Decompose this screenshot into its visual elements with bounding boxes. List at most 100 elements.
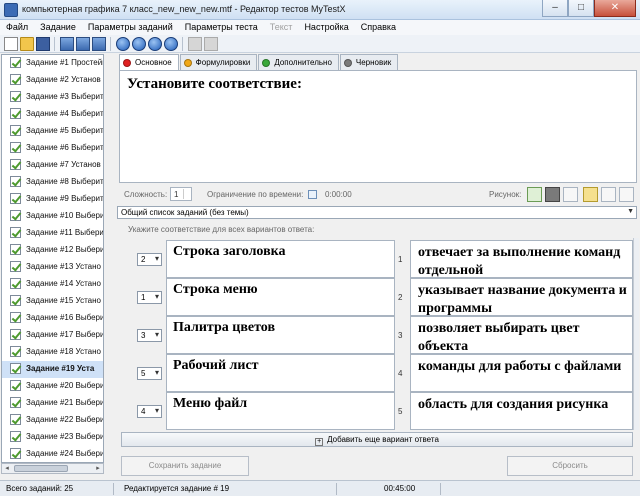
checkmark-icon	[10, 278, 21, 289]
paste-icon[interactable]	[204, 37, 218, 51]
task-list-item[interactable]: Задание #13 Устано	[2, 259, 103, 276]
task-list-item[interactable]: Задание #19 Уста	[2, 361, 103, 378]
next-task-icon[interactable]	[148, 37, 162, 51]
task-list-item[interactable]: Задание #21 Выбери	[2, 395, 103, 412]
menu-item[interactable]: Текст	[264, 20, 299, 35]
status-editing-task: Редактируется задание # 19	[124, 484, 230, 493]
checkmark-icon	[10, 193, 21, 204]
menu-item[interactable]: Настройка	[298, 20, 354, 35]
match-left-field[interactable]: Строка заголовка	[166, 240, 395, 278]
picture-slot-icon[interactable]	[563, 187, 578, 202]
checkmark-icon	[10, 244, 21, 255]
task-list-item[interactable]: Задание #7 Установ	[2, 157, 103, 174]
save-icon[interactable]	[36, 37, 50, 51]
checkmark-icon	[10, 380, 21, 391]
time-limit-value[interactable]: 0:00:00	[325, 190, 352, 199]
editor-tab[interactable]: Черновик	[339, 54, 399, 70]
match-right-field[interactable]: указывает название документа и программы	[410, 278, 633, 316]
task-list-item[interactable]: Задание #10 Выбери	[2, 208, 103, 225]
menu-item[interactable]: Справка	[355, 20, 402, 35]
match-select[interactable]: 1	[137, 291, 162, 304]
task-list-item[interactable]: Задание #22 Выбери	[2, 412, 103, 429]
task-list-item[interactable]: Задание #23 Выбери	[2, 429, 103, 446]
match-right-field[interactable]: отвечает за выполнение команд отдельной	[410, 240, 633, 278]
open-folder-icon[interactable]	[20, 37, 34, 51]
menu-item[interactable]: Задание	[34, 20, 82, 35]
task-list-item[interactable]: Задание #16 Выбери	[2, 310, 103, 327]
picture-slot-icon[interactable]	[619, 187, 634, 202]
task-list-item[interactable]: Задание #15 Устано	[2, 293, 103, 310]
insert-task-icon[interactable]	[76, 37, 90, 51]
task-list-item[interactable]: Задание #24 Выбери	[2, 446, 103, 462]
task-list-item[interactable]: Задание #5 Выберит	[2, 123, 103, 140]
match-left-field[interactable]: Палитра цветов	[166, 316, 395, 354]
difficulty-spinner[interactable]: 1	[170, 187, 192, 201]
menu-item[interactable]: Параметры заданий	[82, 20, 179, 35]
new-document-icon[interactable]	[4, 37, 18, 51]
task-list-item[interactable]: Задание #1 Простейш	[2, 55, 103, 72]
reset-button[interactable]: Сбросить	[507, 456, 633, 476]
chevron-down-icon[interactable]: ▼	[627, 208, 634, 215]
match-left-field[interactable]: Меню файл	[166, 392, 395, 430]
task-list-item[interactable]: Задание #6 Выберит	[2, 140, 103, 157]
task-list-item[interactable]: Задание #12 Выбери	[2, 242, 103, 259]
task-list-item[interactable]: Задание #18 Устано	[2, 344, 103, 361]
checkmark-icon	[10, 159, 21, 170]
match-select[interactable]: 2	[137, 253, 162, 266]
minimize-button[interactable]: –	[542, 0, 568, 17]
add-picture-icon[interactable]	[527, 187, 542, 202]
task-list[interactable]: Задание #1 Простейш Задание #2 Установ Зад…	[1, 54, 104, 463]
matching-scrollbar[interactable]	[633, 238, 639, 430]
close-button[interactable]: ✕	[594, 0, 636, 17]
menu-item[interactable]: Параметры теста	[179, 20, 264, 35]
save-task-button[interactable]: Сохранить задание	[121, 456, 249, 476]
scroll-right-icon[interactable]: ▸	[93, 464, 103, 473]
first-task-icon[interactable]	[116, 37, 130, 51]
copy-icon[interactable]	[188, 37, 202, 51]
task-list-item[interactable]: Задание #20 Выбери	[2, 378, 103, 395]
camera-icon[interactable]	[545, 187, 560, 202]
task-list-item[interactable]: Задание #3 Выберит	[2, 89, 103, 106]
match-right-field[interactable]: команды для работы с файлами	[410, 354, 633, 392]
task-list-item[interactable]: Задание #17 Выбери	[2, 327, 103, 344]
match-select[interactable]: 4	[137, 405, 162, 418]
editor-tab[interactable]: Основное	[119, 54, 179, 70]
task-list-item[interactable]: Задание #4 Выберит	[2, 106, 103, 123]
checkmark-icon	[10, 210, 21, 221]
checkmark-icon	[10, 57, 21, 68]
add-answer-button[interactable]: + Добавить еще вариант ответа	[121, 432, 633, 447]
match-right-field[interactable]: область для создания рисунка	[410, 392, 633, 430]
time-limit-checkbox[interactable]	[308, 190, 317, 199]
last-task-icon[interactable]	[164, 37, 178, 51]
task-list-item[interactable]: Задание #2 Установ	[2, 72, 103, 89]
task-list-scrollbar[interactable]: ◂ ▸	[1, 463, 104, 474]
match-select[interactable]: 3	[137, 329, 162, 342]
task-list-item[interactable]: Задание #11 Выбери	[2, 225, 103, 242]
task-list-item-label: Задание #1 Простейш	[26, 58, 104, 67]
previous-task-icon[interactable]	[132, 37, 146, 51]
scrollbar-thumb[interactable]	[14, 465, 68, 472]
menu-item[interactable]: Файл	[0, 20, 34, 35]
match-right-text: отвечает за выполнение команд отдельной	[418, 245, 621, 278]
match-left-field[interactable]: Рабочий лист	[166, 354, 395, 392]
picture-slot-icon[interactable]	[601, 187, 616, 202]
picture-label: Рисунок:	[489, 190, 522, 199]
task-list-item-label: Задание #14 Устано	[26, 279, 101, 288]
task-list-item[interactable]: Задание #8 Выберит	[2, 174, 103, 191]
task-list-item[interactable]: Задание #14 Устано	[2, 276, 103, 293]
match-left-field[interactable]: Строка меню	[166, 278, 395, 316]
match-select[interactable]: 5	[137, 367, 162, 380]
maximize-button[interactable]: □	[568, 0, 594, 17]
task-list-combo[interactable]: Общий список заданий (без темы) ▼	[117, 206, 637, 219]
scroll-left-icon[interactable]: ◂	[2, 464, 12, 473]
question-editor[interactable]: Установите соответствие:	[119, 70, 637, 183]
task-list-item[interactable]: Задание #9 Выберит	[2, 191, 103, 208]
delete-task-icon[interactable]	[92, 37, 106, 51]
match-right-field[interactable]: позволяет выбирать цвет объекта	[410, 316, 633, 354]
editor-tab[interactable]: Дополнительно	[258, 54, 339, 70]
clipboard-icon[interactable]	[583, 187, 598, 202]
add-answer-label: Добавить еще вариант ответа	[327, 435, 439, 444]
editor-tab[interactable]: Формулировки	[179, 54, 258, 70]
add-task-icon[interactable]	[60, 37, 74, 51]
task-list-item-label: Задание #15 Устано	[26, 296, 101, 305]
